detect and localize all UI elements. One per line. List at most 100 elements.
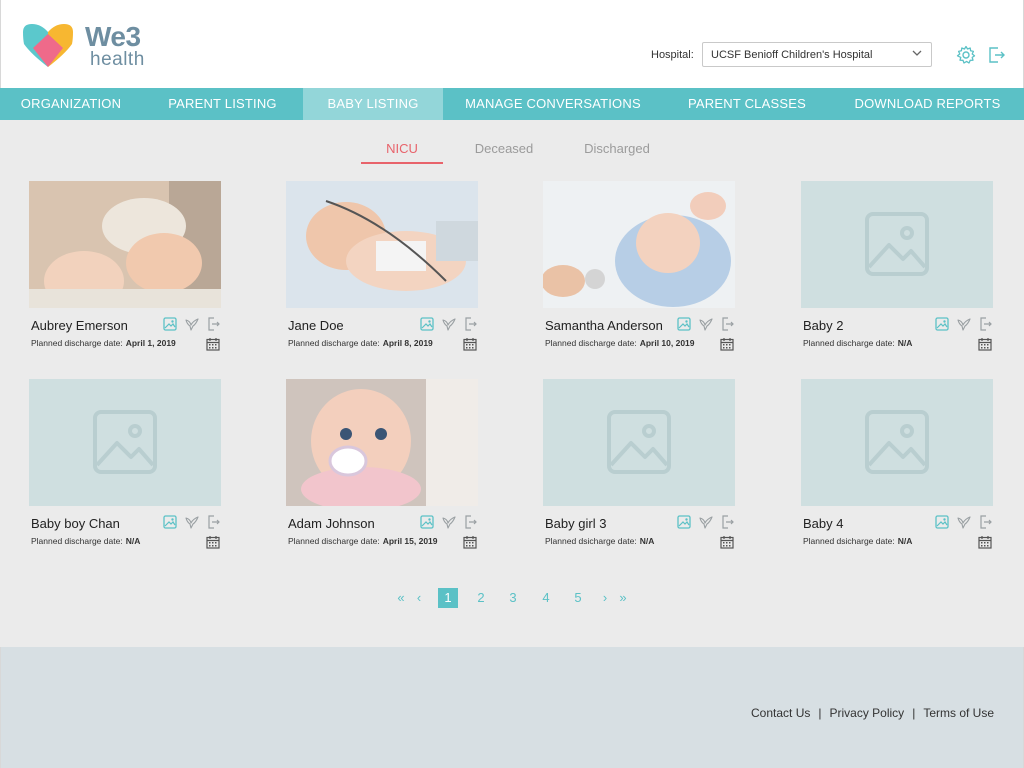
baby-actions xyxy=(935,515,995,531)
prev-page-button[interactable]: ‹ xyxy=(412,588,426,608)
baby-with-pacifier-photo[interactable] xyxy=(286,379,478,506)
calendar-icon[interactable] xyxy=(463,535,477,549)
logout-icon[interactable] xyxy=(987,45,1007,65)
discharge-date-value: April 1, 2019 xyxy=(125,338,176,348)
discharge-exit-icon[interactable] xyxy=(207,515,221,529)
baby-actions xyxy=(420,317,480,333)
last-page-button[interactable]: » xyxy=(616,588,630,608)
discharge-date-label: Planned discharge date: xyxy=(288,536,380,546)
gear-icon[interactable] xyxy=(956,45,976,65)
photo-icon[interactable] xyxy=(420,317,434,331)
discharge-date-value: April 8, 2019 xyxy=(382,338,433,348)
first-page-button[interactable]: « xyxy=(394,588,408,608)
discharge-date-label: Planned discharge date: xyxy=(545,338,637,348)
brand-name-top: We3 xyxy=(85,21,141,52)
discharge-exit-icon[interactable] xyxy=(207,317,221,331)
baby-with-stethoscope-photo[interactable] xyxy=(543,181,735,308)
baby-name[interactable]: Baby 4 xyxy=(803,516,843,531)
photo-icon[interactable] xyxy=(420,515,434,529)
discharge-date-label: Planned discharge date: xyxy=(803,338,895,348)
photo-icon[interactable] xyxy=(935,317,949,331)
discharge-date: Planned discharge date: April 8, 2019 xyxy=(288,338,433,348)
hospital-select[interactable]: UCSF Benioff Children's Hospital xyxy=(702,42,932,67)
calendar-icon[interactable] xyxy=(720,535,734,549)
image-placeholder-icon[interactable] xyxy=(543,379,735,506)
baby-name[interactable]: Adam Johnson xyxy=(288,516,375,531)
nav-item-parent-listing[interactable]: PARENT LISTING xyxy=(142,88,303,120)
calendar-icon[interactable] xyxy=(978,535,992,549)
baby-name[interactable]: Aubrey Emerson xyxy=(31,318,128,333)
baby-in-knit-hat-photo[interactable] xyxy=(29,181,221,308)
image-placeholder-icon[interactable] xyxy=(29,379,221,506)
calendar-icon[interactable] xyxy=(206,535,220,549)
baby-card[interactable]: Adam Johnson Planned discharge date: April… xyxy=(286,379,481,554)
next-page-button[interactable]: › xyxy=(598,588,612,608)
image-placeholder-icon[interactable] xyxy=(801,181,993,308)
baby-card[interactable]: Baby girl 3 Planned dsicharge date: N/A xyxy=(543,379,738,554)
calendar-icon[interactable] xyxy=(206,337,220,351)
baby-actions xyxy=(677,515,737,531)
discharge-date: Planned dsicharge date: N/A xyxy=(545,536,654,546)
deceased-dove-icon[interactable] xyxy=(699,317,713,331)
nav-item-organization[interactable]: ORGANIZATION xyxy=(0,88,142,120)
discharge-exit-icon[interactable] xyxy=(979,317,993,331)
discharge-exit-icon[interactable] xyxy=(721,515,735,529)
baby-card[interactable]: Baby 2 Planned discharge date: N/A xyxy=(801,181,996,356)
privacy-policy-link[interactable]: Privacy Policy xyxy=(830,706,905,720)
deceased-dove-icon[interactable] xyxy=(442,515,456,529)
discharge-exit-icon[interactable] xyxy=(979,515,993,529)
photo-icon[interactable] xyxy=(935,515,949,529)
photo-icon[interactable] xyxy=(163,515,177,529)
footer-links: Contact Us | Privacy Policy | Terms of Use xyxy=(751,706,994,720)
baby-name[interactable]: Baby boy Chan xyxy=(31,516,120,531)
deceased-dove-icon[interactable] xyxy=(957,317,971,331)
baby-card[interactable]: Samantha Anderson Planned discharge date:… xyxy=(543,181,738,356)
tab-discharged[interactable]: Discharged xyxy=(577,141,657,164)
nav-item-manage-conversations[interactable]: MANAGE CONVERSATIONS xyxy=(443,88,663,120)
baby-card[interactable]: Baby 4 Planned dsicharge date: N/A xyxy=(801,379,996,554)
deceased-dove-icon[interactable] xyxy=(442,317,456,331)
photo-icon[interactable] xyxy=(163,317,177,331)
discharge-date-value: N/A xyxy=(897,536,913,546)
image-placeholder-icon[interactable] xyxy=(801,379,993,506)
calendar-icon[interactable] xyxy=(463,337,477,351)
discharge-exit-icon[interactable] xyxy=(464,317,478,331)
deceased-dove-icon[interactable] xyxy=(699,515,713,529)
page-3-button[interactable]: 3 xyxy=(503,588,523,608)
baby-name[interactable]: Baby 2 xyxy=(803,318,843,333)
baby-card[interactable]: Aubrey Emerson Planned discharge date: Apr… xyxy=(29,181,224,356)
baby-card[interactable]: Jane Doe Planned discharge date: April 8, … xyxy=(286,181,481,356)
photo-icon[interactable] xyxy=(677,317,691,331)
calendar-icon[interactable] xyxy=(720,337,734,351)
baby-in-nicu-photo[interactable] xyxy=(286,181,478,308)
contact-us-link[interactable]: Contact Us xyxy=(751,706,810,720)
tab-nicu[interactable]: NICU xyxy=(361,141,443,164)
nav-item-baby-listing[interactable]: BABY LISTING xyxy=(303,88,443,120)
tab-deceased[interactable]: Deceased xyxy=(464,141,544,164)
deceased-dove-icon[interactable] xyxy=(185,317,199,331)
discharge-date-label: Planned dsicharge date: xyxy=(545,536,637,546)
discharge-exit-icon[interactable] xyxy=(464,515,478,529)
discharge-date-value: April 15, 2019 xyxy=(382,536,438,546)
discharge-date: Planned discharge date: April 15, 2019 xyxy=(288,536,438,546)
page-1-button[interactable]: 1 xyxy=(438,588,458,608)
discharge-date-label: Planned dsicharge date: xyxy=(803,536,895,546)
hospital-select-value: UCSF Benioff Children's Hospital xyxy=(711,49,873,61)
deceased-dove-icon[interactable] xyxy=(957,515,971,529)
baby-name[interactable]: Samantha Anderson xyxy=(545,318,663,333)
photo-icon[interactable] xyxy=(677,515,691,529)
page-4-button[interactable]: 4 xyxy=(536,588,556,608)
calendar-icon[interactable] xyxy=(978,337,992,351)
chevron-down-icon xyxy=(912,50,922,56)
page-5-button[interactable]: 5 xyxy=(568,588,588,608)
nav-item-parent-classes[interactable]: PARENT CLASSES xyxy=(663,88,831,120)
terms-of-use-link[interactable]: Terms of Use xyxy=(923,706,994,720)
page-2-button[interactable]: 2 xyxy=(471,588,491,608)
nav-item-download-reports[interactable]: DOWNLOAD REPORTS xyxy=(831,88,1024,120)
deceased-dove-icon[interactable] xyxy=(185,515,199,529)
baby-name[interactable]: Baby girl 3 xyxy=(545,516,606,531)
status-tabs: NICU Deceased Discharged xyxy=(0,141,1024,165)
baby-card[interactable]: Baby boy Chan Planned discharge date: N/A xyxy=(29,379,224,554)
discharge-exit-icon[interactable] xyxy=(721,317,735,331)
baby-name[interactable]: Jane Doe xyxy=(288,318,344,333)
